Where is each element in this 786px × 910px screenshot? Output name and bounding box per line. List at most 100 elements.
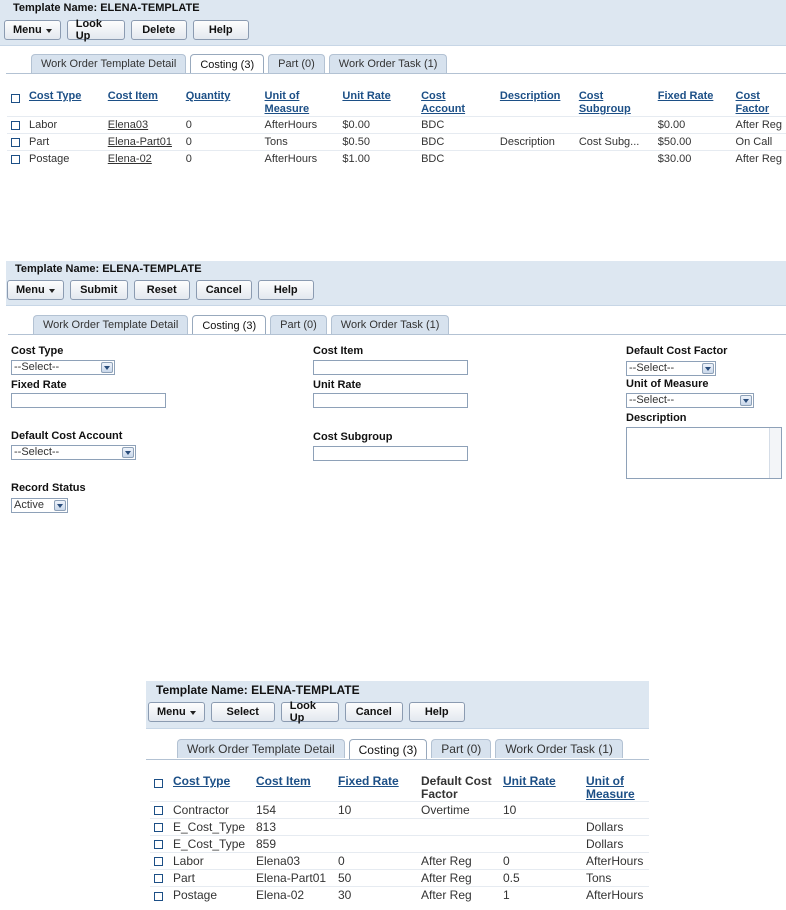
cancel-button[interactable]: Cancel — [195, 280, 252, 300]
table-row[interactable]: Contractor 154 10 Overtime 10 — [150, 801, 649, 819]
cell-default-cost-factor: After Reg — [417, 869, 499, 887]
cell-quantity: 0 — [181, 150, 261, 168]
row-checkbox[interactable] — [154, 840, 163, 850]
unit-rate-input[interactable] — [313, 393, 468, 408]
cell-unit-rate: 0 — [499, 852, 582, 870]
col-cost-subgroup[interactable]: Cost Subgroup — [579, 90, 631, 115]
lookup-button[interactable]: Look Up — [280, 700, 339, 724]
col-fixed-rate[interactable]: Fixed Rate — [658, 90, 714, 102]
col-cost-account[interactable]: Cost Account — [421, 90, 465, 115]
cell-default-cost-factor: After Reg — [417, 852, 499, 870]
cancel-button[interactable]: Cancel — [344, 702, 403, 722]
menu-button[interactable]: Menu — [148, 702, 205, 722]
cell-cost-type: Labor — [169, 852, 252, 870]
default-cost-factor-value: --Select-- — [629, 362, 675, 374]
tab-part[interactable]: Part (0) — [270, 315, 327, 334]
help-button[interactable]: Help — [192, 20, 249, 40]
cell-cost-account: BDC — [417, 133, 496, 151]
lookup-button[interactable]: Look Up — [66, 18, 125, 42]
cost-item-input[interactable] — [313, 360, 468, 375]
row-checkbox[interactable] — [11, 137, 20, 147]
tab-work-order-template-detail[interactable]: Work Order Template Detail — [33, 315, 189, 334]
default-cost-factor-select[interactable]: --Select-- — [626, 361, 716, 376]
row-checkbox[interactable] — [154, 891, 163, 901]
chevron-down-icon — [45, 28, 52, 33]
cell-cost-type: Part — [169, 869, 252, 887]
table-row[interactable]: Postage Elena-02 0 AfterHours $1.00 BDC … — [7, 150, 786, 168]
description-textarea[interactable] — [626, 427, 782, 479]
row-checkbox[interactable] — [154, 857, 163, 867]
template-name-title: Template Name: ELENA-TEMPLATE — [156, 683, 360, 697]
col-fixed-rate[interactable]: Fixed Rate — [338, 774, 399, 788]
col-description[interactable]: Description — [500, 90, 561, 102]
default-cost-factor-label: Default Cost Factor — [626, 345, 728, 357]
col-unit-of-measure[interactable]: Unit of Measure — [265, 90, 310, 115]
panel3-tabs: Work Order Template Detail Costing (3) P… — [177, 739, 623, 759]
tab-part[interactable]: Part (0) — [268, 54, 325, 73]
col-cost-factor[interactable]: Cost Factor — [736, 90, 770, 115]
cost-item-link[interactable]: Elena-Part01 — [108, 136, 172, 148]
table-row[interactable]: E_Cost_Type 859 Dollars — [150, 835, 649, 853]
col-cost-item[interactable]: Cost Item — [108, 90, 158, 102]
tab-part[interactable]: Part (0) — [431, 739, 492, 758]
help-button[interactable]: Help — [257, 280, 314, 300]
tab-divider — [6, 73, 786, 74]
row-checkbox[interactable] — [154, 823, 163, 833]
table-row[interactable]: Labor Elena03 0 After Reg 0 AfterHours — [150, 852, 649, 870]
table-row[interactable]: Part Elena-Part01 50 After Reg 0.5 Tons — [150, 869, 649, 887]
cell-cost-factor: On Call — [731, 133, 786, 151]
col-unit-of-measure[interactable]: Unit of Measure — [586, 774, 635, 801]
table-row[interactable]: Postage Elena-02 30 After Reg 1 AfterHou… — [150, 886, 649, 904]
col-cost-type[interactable]: Cost Type — [29, 90, 81, 102]
tab-work-order-template-detail[interactable]: Work Order Template Detail — [31, 54, 187, 73]
cell-fixed-rate — [334, 818, 417, 836]
cell-fixed-rate: $30.00 — [653, 150, 732, 168]
tab-work-order-template-detail[interactable]: Work Order Template Detail — [177, 739, 345, 758]
cost-item-link[interactable]: Elena-02 — [108, 153, 152, 165]
table-row[interactable]: E_Cost_Type 813 Dollars — [150, 818, 649, 836]
cost-type-select[interactable]: --Select-- — [11, 360, 115, 375]
default-cost-account-value: --Select-- — [14, 446, 60, 458]
col-unit-rate[interactable]: Unit Rate — [342, 90, 390, 102]
record-status-select[interactable]: Active — [11, 498, 68, 513]
menu-button[interactable]: Menu — [4, 20, 61, 40]
menu-button[interactable]: Menu — [7, 280, 64, 300]
select-all-checkbox[interactable] — [154, 779, 163, 789]
tab-costing[interactable]: Costing (3) — [348, 739, 428, 759]
row-checkbox[interactable] — [11, 154, 20, 164]
fixed-rate-input[interactable] — [11, 393, 166, 408]
select-button[interactable]: Select — [210, 702, 275, 722]
template-name-title: Template Name: ELENA-TEMPLATE — [13, 2, 200, 14]
table-row[interactable]: Labor Elena03 0 AfterHours $0.00 BDC $0.… — [7, 116, 786, 134]
row-checkbox[interactable] — [154, 806, 163, 816]
cell-cost-account: BDC — [417, 150, 496, 168]
delete-button[interactable]: Delete — [130, 20, 187, 40]
tab-costing[interactable]: Costing (3) — [192, 315, 267, 335]
select-all-checkbox[interactable] — [11, 93, 20, 103]
tab-costing[interactable]: Costing (3) — [190, 54, 265, 74]
cell-unit-rate: $0.50 — [338, 133, 418, 151]
tab-work-order-task[interactable]: Work Order Task (1) — [495, 739, 623, 758]
col-cost-type[interactable]: Cost Type — [173, 774, 230, 788]
col-quantity[interactable]: Quantity — [186, 90, 231, 102]
chevron-down-icon — [702, 363, 714, 374]
col-cost-item[interactable]: Cost Item — [256, 774, 311, 788]
row-checkbox[interactable] — [11, 120, 20, 130]
table-row[interactable]: Part Elena-Part01 0 Tons $0.50 BDC Descr… — [7, 133, 786, 151]
scrollbar[interactable] — [769, 428, 781, 478]
cell-unit-of-measure — [582, 801, 649, 819]
cell-description — [495, 116, 575, 134]
cost-subgroup-input[interactable] — [313, 446, 468, 461]
tab-work-order-task[interactable]: Work Order Task (1) — [328, 54, 448, 73]
row-checkbox[interactable] — [154, 874, 163, 884]
cost-item-link[interactable]: Elena03 — [108, 119, 148, 131]
unit-of-measure-select[interactable]: --Select-- — [626, 393, 754, 408]
tab-work-order-task[interactable]: Work Order Task (1) — [330, 315, 450, 334]
default-cost-account-select[interactable]: --Select-- — [11, 445, 136, 460]
reset-button[interactable]: Reset — [133, 280, 190, 300]
submit-button[interactable]: Submit — [69, 280, 128, 300]
cell-fixed-rate: $0.00 — [653, 116, 732, 134]
col-unit-rate[interactable]: Unit Rate — [503, 774, 556, 788]
cell-unit-of-measure: AfterHours — [260, 150, 339, 168]
help-button[interactable]: Help — [408, 702, 465, 722]
